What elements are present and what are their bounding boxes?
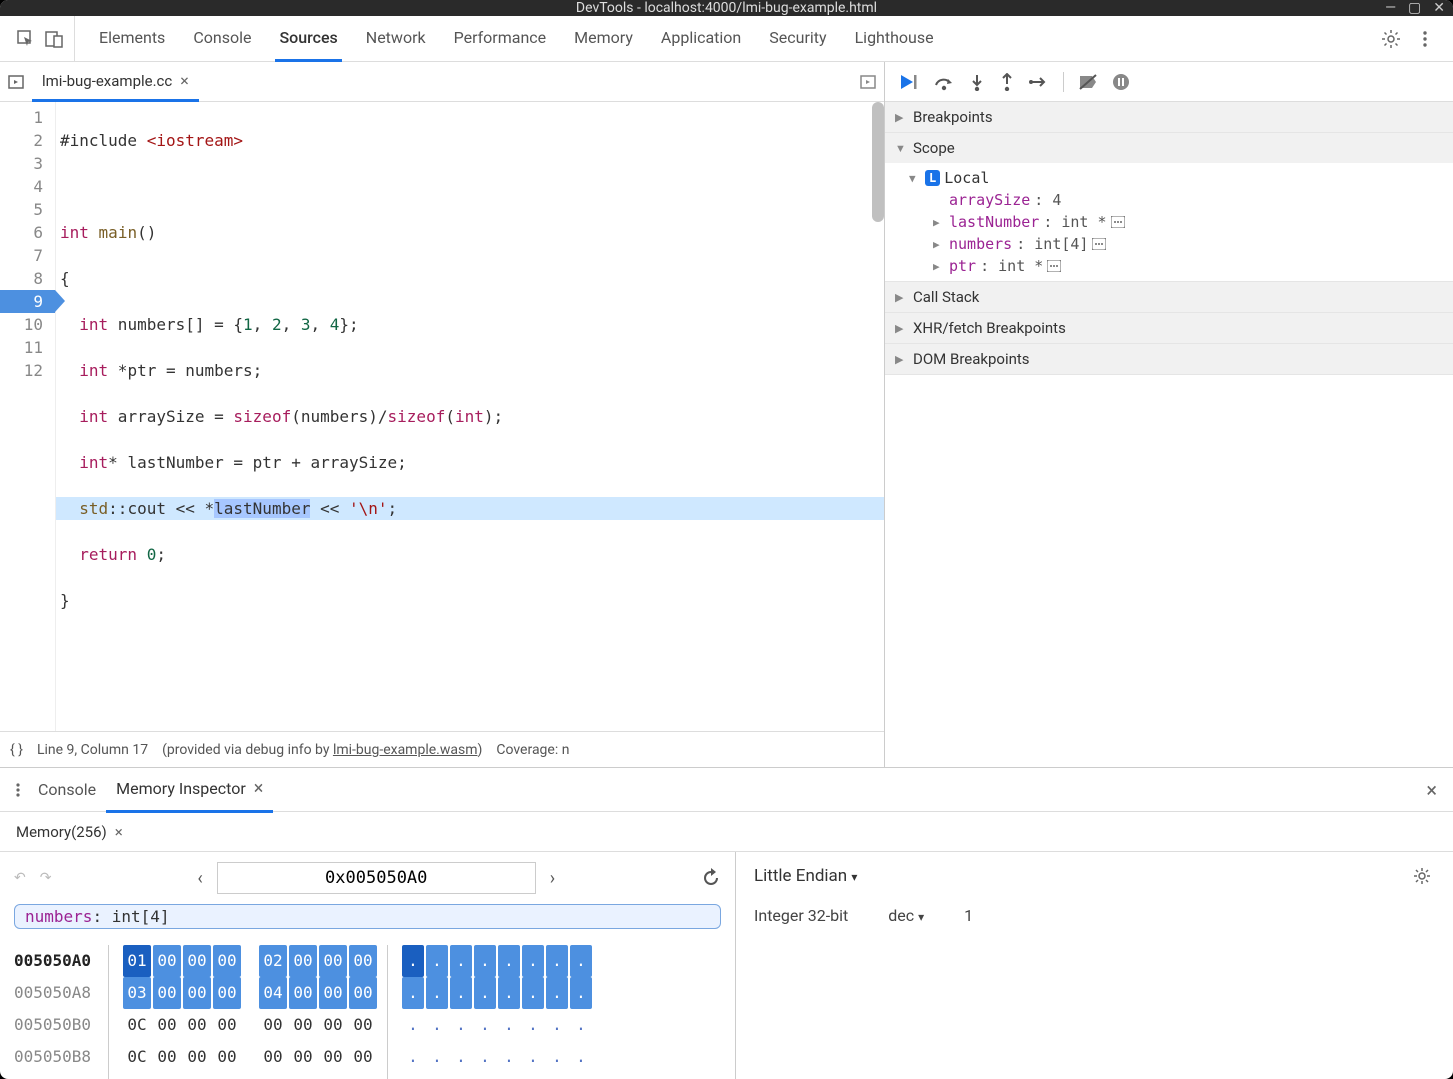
tab-security[interactable]: Security xyxy=(765,16,830,61)
var-lastNumber[interactable]: ▶lastNumber: int * xyxy=(885,211,1453,233)
dom-section[interactable]: ▶DOM Breakpoints xyxy=(885,344,1453,374)
next-page-icon[interactable]: › xyxy=(550,868,555,889)
navigator-toggle-icon[interactable] xyxy=(6,72,26,92)
close-tab-icon[interactable]: × xyxy=(180,71,189,90)
maximize-icon[interactable]: ▢ xyxy=(1408,0,1421,16)
xhr-section[interactable]: ▶XHR/fetch Breakpoints xyxy=(885,313,1453,343)
more-icon[interactable] xyxy=(1415,29,1435,49)
braces-icon[interactable]: { } xyxy=(10,742,23,758)
inspect-icon[interactable] xyxy=(16,29,36,49)
drawer-tab-memory-inspector[interactable]: Memory Inspector × xyxy=(106,767,273,813)
callstack-section[interactable]: ▶Call Stack xyxy=(885,282,1453,312)
var-arraySize[interactable]: arraySize: 4 xyxy=(885,189,1453,211)
step-icon[interactable] xyxy=(1029,73,1049,91)
step-over-icon[interactable] xyxy=(933,73,955,91)
var-ptr[interactable]: ▶ptr: int * xyxy=(885,255,1453,277)
minimize-icon[interactable]: — xyxy=(1385,0,1396,16)
settings-icon[interactable] xyxy=(1413,867,1431,885)
wasm-link[interactable]: lmi-bug-example.wasm xyxy=(333,742,478,758)
memory-object-chip[interactable]: numbers: int[4] xyxy=(14,904,721,929)
source-status-bar: { } Line 9, Column 17 (provided via debu… xyxy=(0,731,884,767)
close-tab-icon[interactable]: × xyxy=(115,823,123,841)
tab-memory[interactable]: Memory xyxy=(570,16,637,61)
run-snippet-icon[interactable] xyxy=(858,72,878,92)
hex-viewer: 005050A00100000002000000........005050A8… xyxy=(0,939,735,1079)
tab-performance[interactable]: Performance xyxy=(450,16,551,61)
scrollbar-thumb[interactable] xyxy=(872,102,884,222)
value-type-label: Integer 32-bit xyxy=(754,906,848,925)
hex-row[interactable]: 005050A00100000002000000........ xyxy=(14,945,721,977)
memory-address-input[interactable] xyxy=(217,862,536,894)
tab-network[interactable]: Network xyxy=(362,16,430,61)
tab-lighthouse[interactable]: Lighthouse xyxy=(851,16,938,61)
tab-elements[interactable]: Elements xyxy=(95,16,169,61)
drawer-more-icon[interactable] xyxy=(8,780,28,800)
close-tab-icon[interactable]: × xyxy=(254,778,264,799)
hex-row[interactable]: 005050A80300000004000000........ xyxy=(14,977,721,1009)
value-display: 1 xyxy=(964,906,973,925)
step-out-icon[interactable] xyxy=(999,73,1015,91)
main-tabbar: Elements Console Sources Network Perform… xyxy=(0,16,1453,62)
var-numbers[interactable]: ▶numbers: int[4] xyxy=(885,233,1453,255)
debug-toolbar xyxy=(885,62,1453,102)
line-gutter[interactable]: 12345678 9 101112 xyxy=(0,102,56,731)
hex-row[interactable]: 005050B80C00000000000000........ xyxy=(14,1041,721,1073)
tab-console[interactable]: Console xyxy=(189,16,255,61)
value-mode-select[interactable]: dec ▾ xyxy=(888,906,924,925)
pause-exceptions-icon[interactable] xyxy=(1112,73,1130,91)
deactivate-breakpoints-icon[interactable] xyxy=(1078,73,1098,91)
resume-icon[interactable] xyxy=(899,73,919,91)
tab-application[interactable]: Application xyxy=(657,16,745,61)
undo-icon[interactable]: ↶ xyxy=(14,870,26,886)
drawer-tabs: Console Memory Inspector × × xyxy=(0,768,1453,812)
coverage-label: Coverage: n xyxy=(496,742,569,758)
prev-page-icon[interactable]: ‹ xyxy=(197,868,202,889)
redo-icon[interactable]: ↷ xyxy=(40,870,52,886)
drawer-tab-console[interactable]: Console xyxy=(28,769,106,810)
hex-row[interactable]: 005050B00C00000000000000........ xyxy=(14,1009,721,1041)
window-titlebar: DevTools - localhost:4000/lmi-bug-exampl… xyxy=(0,0,1453,16)
memory-buffer-tab[interactable]: Memory(256) × xyxy=(10,823,129,841)
source-code[interactable]: #include <iostream> int main() { int num… xyxy=(56,102,884,731)
source-file-tab[interactable]: lmi-bug-example.cc × xyxy=(32,63,199,102)
settings-icon[interactable] xyxy=(1381,29,1401,49)
scope-local[interactable]: ▼L Local xyxy=(885,167,1453,189)
scope-section[interactable]: ▼Scope xyxy=(885,133,1453,163)
tab-sources[interactable]: Sources xyxy=(275,16,341,62)
close-icon[interactable]: ✕ xyxy=(1433,0,1445,16)
window-title: DevTools - localhost:4000/lmi-bug-exampl… xyxy=(576,0,877,16)
source-filename: lmi-bug-example.cc xyxy=(42,72,172,90)
device-icon[interactable] xyxy=(44,29,64,49)
hex-row[interactable]: 005050C02E2F746869732E70./this.p xyxy=(14,1073,721,1079)
cursor-position: Line 9, Column 17 xyxy=(37,742,148,758)
endianness-select[interactable]: Little Endian ▾ xyxy=(754,866,857,886)
refresh-icon[interactable] xyxy=(701,868,721,888)
step-into-icon[interactable] xyxy=(969,73,985,91)
breakpoints-section[interactable]: ▶Breakpoints xyxy=(885,102,1453,132)
close-drawer-icon[interactable]: × xyxy=(1418,778,1445,802)
